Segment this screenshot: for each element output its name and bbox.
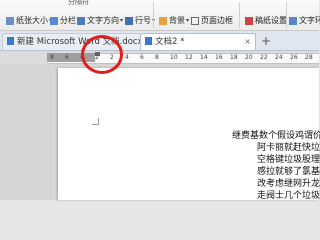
ruler-number: 24 — [275, 54, 283, 61]
line-number-icon — [125, 16, 133, 25]
ruler-number: 12 — [185, 54, 193, 61]
draft-paper-label: 稿纸设置 — [255, 16, 287, 25]
document-line[interactable]: 继费基数个假设鸡谓价 — [232, 131, 320, 142]
document-line[interactable]: 改考虑继网升龙 — [257, 179, 320, 190]
draft-paper-icon — [245, 16, 253, 25]
background-label: 背景 — [169, 16, 185, 25]
columns-label: 分栏 — [60, 16, 76, 25]
ribbon-toolbar: 分隔符 纸张大小▾ 分栏▾ 文字方向▾ 行号▾ 背景▾ 页面边框 稿纸设置 文字… — [0, 0, 320, 31]
document-line[interactable]: 走阀士几个垃圾 — [257, 191, 320, 202]
chevron-down-icon: ▾ — [186, 17, 190, 24]
text-wrap-button[interactable]: 文字环绕 — [289, 14, 320, 27]
background-button[interactable]: 背景 ▾ — [159, 14, 189, 27]
columns-button[interactable]: 分栏▾ — [50, 14, 80, 27]
line-number-button[interactable]: 行号▾ — [125, 14, 155, 27]
ruler-number: 8 — [155, 54, 159, 61]
separator-label: 分隔符 — [68, 0, 89, 6]
ruler-number: 6 — [65, 54, 69, 61]
background-icon — [159, 16, 167, 25]
document-tab-bar: 新建 Microsoft Word 文档.docx 文档2 * × + — [0, 31, 319, 51]
ribbon-divider — [286, 2, 287, 28]
horizontal-ruler[interactable]: 8 6 4 2 2 4 6 8 10 12 14 16 18 20 22 24 26 28 — [0, 51, 319, 64]
page-size-button[interactable]: 纸张大小▾ — [6, 14, 52, 27]
document-line[interactable]: 感拉就够了氯基 — [257, 167, 320, 178]
text-direction-icon — [77, 16, 85, 25]
new-tab-label: + — [260, 34, 272, 48]
text-wrap-icon — [289, 16, 297, 25]
ruler-number: 6 — [140, 54, 144, 61]
ruler-number: 22 — [260, 54, 268, 61]
ruler-number: 10 — [170, 54, 178, 61]
margin-corner-mark — [92, 118, 99, 125]
separator-button-partial[interactable]: 分隔符 — [68, 0, 89, 9]
page-border-button[interactable]: 页面边框 — [191, 14, 233, 27]
document-line[interactable]: 阿卡丽就赶快垃 — [257, 143, 320, 154]
columns-icon — [50, 16, 58, 25]
tab-label: 文档2 * — [155, 37, 185, 47]
page-size-icon — [6, 16, 14, 25]
line-number-label: 行号 — [135, 16, 151, 25]
document-line[interactable]: 空格键垃圾股理 — [257, 155, 320, 166]
ruler-number: 14 — [200, 54, 208, 61]
page-border-label: 页面边框 — [201, 16, 233, 25]
ruler-number: 20 — [245, 54, 253, 61]
word-document-icon — [145, 37, 152, 45]
page-size-label: 纸张大小 — [16, 16, 48, 25]
word-document-icon — [7, 37, 14, 45]
chevron-down-icon: ▾ — [120, 17, 124, 24]
ruler-number: 18 — [230, 54, 238, 61]
text-direction-label: 文字方向 — [87, 16, 119, 25]
draft-paper-button[interactable]: 稿纸设置 — [245, 14, 287, 27]
tab-document2[interactable]: 文档2 * × — [140, 33, 256, 50]
ruler-number: 4 — [125, 54, 129, 61]
new-tab-button[interactable]: + — [259, 33, 273, 49]
ribbon-divider — [239, 2, 240, 28]
ruler-number: 28 — [305, 54, 313, 61]
text-direction-button[interactable]: 文字方向 ▾ — [77, 14, 123, 27]
red-annotation-circle — [81, 35, 123, 74]
ruler-number: 16 — [215, 54, 223, 61]
text-wrap-label: 文字环绕 — [299, 16, 320, 25]
page-border-icon — [191, 16, 199, 25]
ruler-number: 8 — [50, 54, 54, 61]
ruler-number: 26 — [290, 54, 298, 61]
close-tab-icon[interactable]: × — [244, 34, 251, 50]
ribbon-divider — [153, 2, 154, 28]
tab-label: 新建 Microsoft Word 文档.docx — [17, 37, 141, 47]
